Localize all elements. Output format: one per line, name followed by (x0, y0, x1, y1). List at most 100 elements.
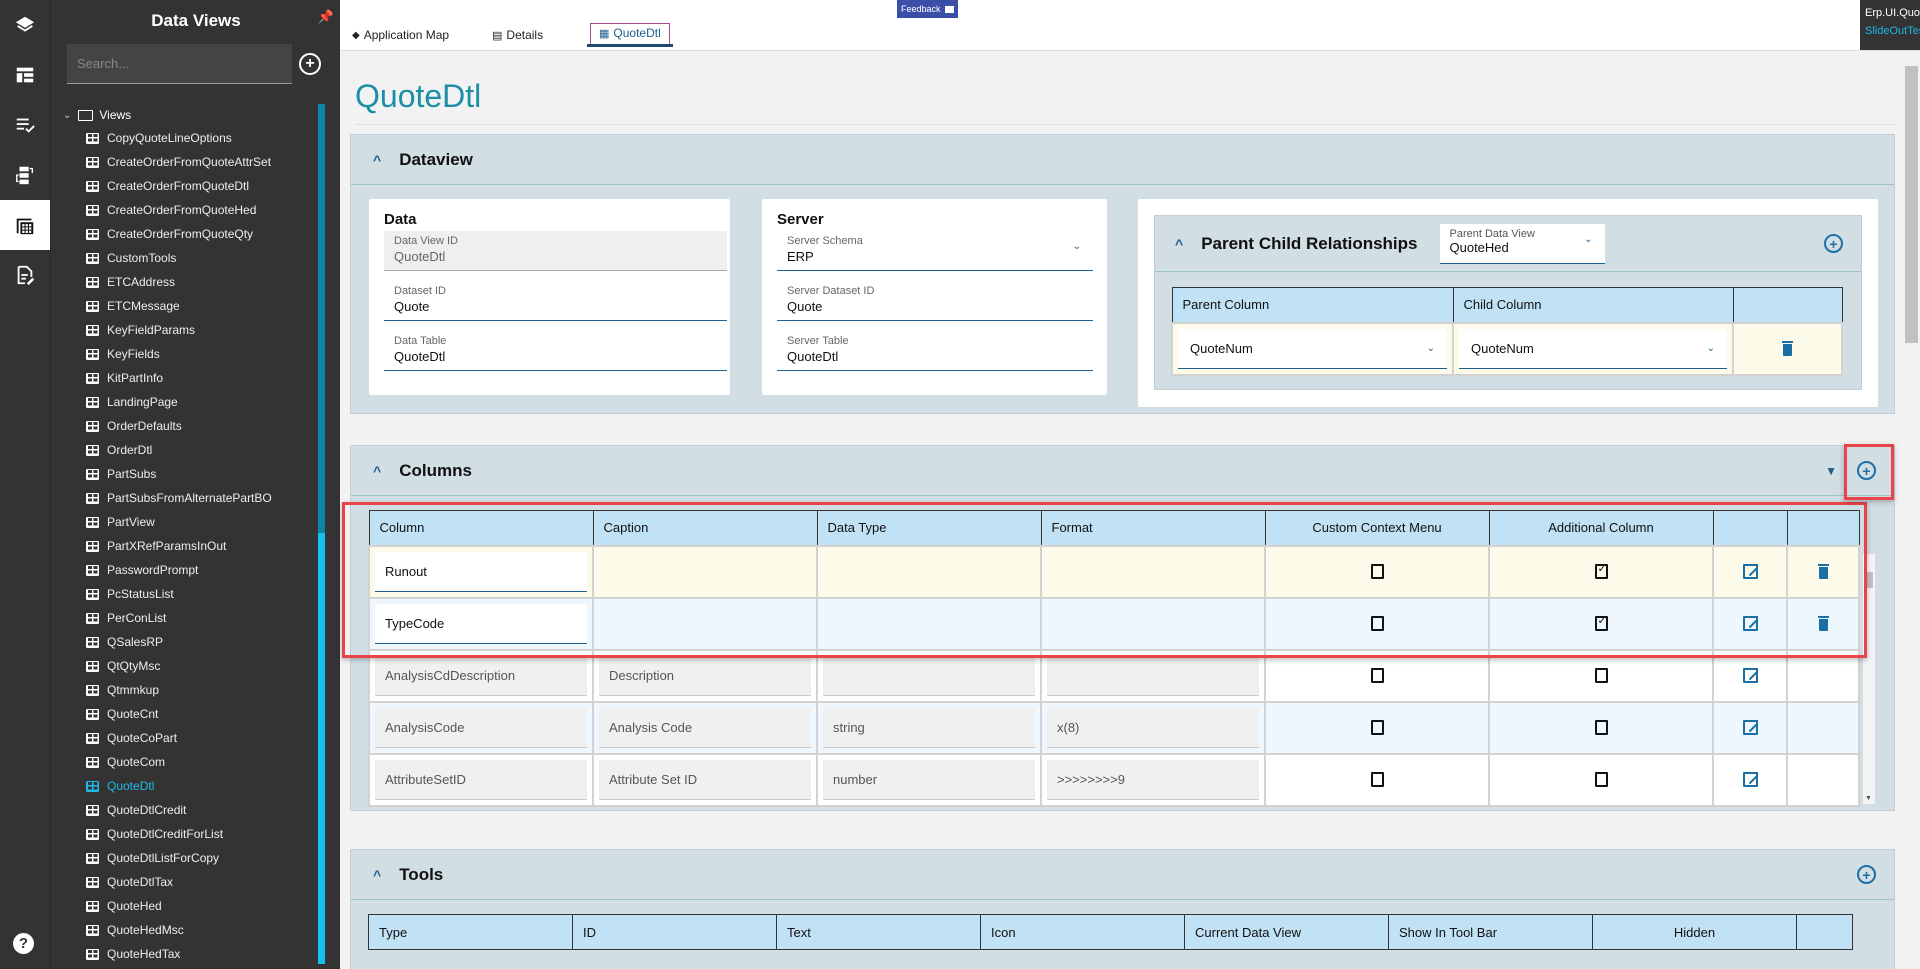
page-scrollbar-thumb[interactable] (1905, 66, 1918, 343)
tree-item[interactable]: QuoteDtlCredit (51, 798, 321, 822)
header-current-data-view[interactable]: Current Data View (1184, 914, 1389, 950)
server-table-field[interactable]: Server Table QuoteDtl (777, 331, 1093, 371)
tree-item[interactable]: QSalesRP (51, 630, 321, 654)
header-parent-column[interactable]: Parent Column (1171, 287, 1454, 323)
tree-item[interactable]: PcStatusList (51, 582, 321, 606)
parent-child-header[interactable]: ^ Parent Child Relationships Parent Data… (1155, 216, 1861, 272)
tree-item[interactable]: KeyFields (51, 342, 321, 366)
header-type[interactable]: Type (368, 914, 573, 950)
custom-context-menu-checkbox[interactable] (1370, 720, 1384, 735)
field-value[interactable]: Quote (787, 299, 1083, 314)
columns-section-header[interactable]: ^ Columns ▼ + (351, 446, 1894, 496)
tree-item[interactable]: CreateOrderFromQuoteDtl (51, 174, 321, 198)
rail-application-map[interactable] (0, 0, 50, 50)
child-column-select[interactable]: QuoteNum ⌄ (1459, 328, 1727, 369)
tree-item[interactable]: LandingPage (51, 390, 321, 414)
tree-item[interactable]: CreateOrderFromQuoteAttrSet (51, 150, 321, 174)
tree-item[interactable]: PartView (51, 510, 321, 534)
open-external-icon[interactable] (1742, 720, 1758, 735)
layer-name[interactable]: SlideOutTest (1865, 25, 1920, 37)
dataview-section-header[interactable]: ^ Dataview (351, 135, 1894, 185)
server-dataset-id-field[interactable]: Server Dataset ID Quote (777, 281, 1093, 321)
tree-item[interactable]: QuoteCoPart (51, 726, 321, 750)
tree-item[interactable]: QuoteDtlTax (51, 870, 321, 894)
header-icon[interactable]: Icon (980, 914, 1185, 950)
rail-events[interactable] (0, 150, 50, 200)
tree-item[interactable]: PerConList (51, 606, 321, 630)
rail-rules[interactable] (0, 100, 50, 150)
open-external-icon[interactable] (1742, 668, 1758, 683)
tab-quotedtl[interactable]: ▦ QuoteDtl (587, 23, 673, 47)
dataset-id-field[interactable]: Dataset ID Quote (384, 281, 727, 321)
field-value[interactable]: Quote (394, 299, 717, 314)
tree-item[interactable]: QuoteCnt (51, 702, 321, 726)
field-value[interactable]: ERP (787, 249, 1083, 264)
additional-column-checkbox[interactable] (1594, 772, 1608, 787)
header-id[interactable]: ID (572, 914, 777, 950)
tree-item[interactable]: CopyQuoteLineOptions (51, 126, 321, 150)
field-value[interactable]: QuoteDtl (787, 349, 1083, 364)
chevron-down-icon[interactable]: ⌄ (63, 110, 71, 121)
additional-column-checkbox[interactable] (1594, 720, 1608, 735)
tab-application-map[interactable]: ◆ Application Map (352, 28, 449, 42)
chevron-up-icon[interactable]: ^ (373, 867, 381, 883)
tree-folder-views[interactable]: ⌄ Views (51, 104, 321, 126)
scroll-down-arrow[interactable]: ▼ (1865, 795, 1872, 802)
add-tool-button[interactable]: + (1857, 865, 1876, 884)
tree-item[interactable]: QtQtyMsc (51, 654, 321, 678)
tree-item[interactable]: QuoteDtl (51, 774, 321, 798)
additional-column-checkbox[interactable] (1594, 668, 1608, 683)
tree-item[interactable]: OrderDtl (51, 438, 321, 462)
rail-layout[interactable] (0, 50, 50, 100)
pin-icon[interactable]: 📌 (318, 9, 334, 25)
rail-properties[interactable] (0, 250, 50, 300)
tree-item[interactable]: CustomTools (51, 246, 321, 270)
rail-data-views[interactable] (0, 200, 50, 250)
filter-icon[interactable]: ▼ (1825, 464, 1837, 478)
tree-item[interactable]: QuoteDtlCreditForList (51, 822, 321, 846)
chevron-up-icon[interactable]: ^ (373, 152, 381, 168)
tree-scrollbar-thumb[interactable] (318, 533, 325, 964)
tree-item[interactable]: QuoteHed (51, 894, 321, 918)
chevron-up-icon[interactable]: ^ (373, 463, 381, 479)
open-external-icon[interactable] (1742, 772, 1758, 787)
chevron-up-icon[interactable]: ^ (1175, 236, 1183, 252)
chevron-down-icon[interactable]: ⌄ (1073, 241, 1081, 252)
tree-item[interactable]: KeyFieldParams (51, 318, 321, 342)
header-child-column[interactable]: Child Column (1452, 287, 1734, 323)
header-text[interactable]: Text (776, 914, 981, 950)
tree-item[interactable]: ETCMessage (51, 294, 321, 318)
tab-details[interactable]: ▤ Details (492, 28, 543, 42)
help-icon[interactable]: ? (13, 933, 34, 954)
parent-data-view-select[interactable]: Parent Data View QuoteHed ⌄ (1439, 223, 1605, 264)
tree-item[interactable]: PartSubs (51, 462, 321, 486)
header-hidden[interactable]: Hidden (1592, 914, 1797, 950)
tree-item[interactable]: PasswordPrompt (51, 558, 321, 582)
header-show-in-tool-bar[interactable]: Show In Tool Bar (1388, 914, 1593, 950)
custom-context-menu-checkbox[interactable] (1370, 772, 1384, 787)
tree-item[interactable]: PartXRefParamsInOut (51, 534, 321, 558)
parent-column-select[interactable]: QuoteNum ⌄ (1178, 328, 1447, 369)
feedback-button[interactable]: Feedback (897, 0, 958, 18)
tools-section-header[interactable]: ^ Tools + (351, 850, 1894, 900)
data-table-field[interactable]: Data Table QuoteDtl (384, 331, 727, 371)
tree-item[interactable]: CreateOrderFromQuoteQty (51, 222, 321, 246)
add-relationship-button[interactable]: + (1824, 234, 1843, 253)
tree-item[interactable]: OrderDefaults (51, 414, 321, 438)
tree-item[interactable]: QuoteCom (51, 750, 321, 774)
field-value[interactable]: QuoteDtl (394, 349, 717, 364)
add-data-view-button[interactable]: + (299, 53, 321, 75)
server-schema-select[interactable]: Server Schema ERP ⌄ (777, 231, 1093, 271)
tree-item[interactable]: QuoteHedMsc (51, 918, 321, 942)
table-icon (86, 660, 99, 672)
search-input[interactable] (67, 44, 292, 84)
custom-context-menu-checkbox[interactable] (1370, 668, 1384, 683)
trash-icon[interactable] (1782, 341, 1793, 356)
tree-item[interactable]: PartSubsFromAlternatePartBO (51, 486, 321, 510)
tree-item[interactable]: ETCAddress (51, 270, 321, 294)
tree-item[interactable]: QuoteHedTax (51, 942, 321, 966)
tree-item[interactable]: CreateOrderFromQuoteHed (51, 198, 321, 222)
tree-item[interactable]: Qtmmkup (51, 678, 321, 702)
tree-item[interactable]: KitPartInfo (51, 366, 321, 390)
tree-item[interactable]: QuoteDtlListForCopy (51, 846, 321, 870)
